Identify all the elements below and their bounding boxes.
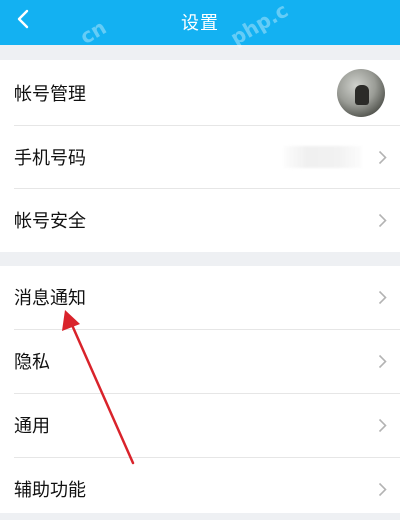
chevron-right-icon	[378, 418, 387, 433]
settings-item-phone-number[interactable]: 手机号码	[0, 126, 400, 188]
settings-item-label: 隐私	[14, 352, 50, 373]
chevron-right-icon	[378, 213, 387, 228]
settings-item-label: 帐号安全	[14, 211, 86, 232]
chevron-right-icon	[378, 354, 387, 369]
settings-item-message-notifications[interactable]: 消息通知	[0, 266, 400, 328]
settings-item-privacy[interactable]: 隐私	[0, 330, 400, 392]
account-settings-group: 帐号管理 手机号码 帐号安全	[0, 60, 400, 252]
chevron-right-icon	[378, 150, 387, 165]
settings-item-label: 消息通知	[14, 288, 86, 309]
general-settings-group: 消息通知 隐私 通用 辅助功能	[0, 266, 400, 513]
settings-item-label: 通用	[14, 416, 50, 437]
title-bar: cn 设置 php.c	[0, 0, 400, 50]
masked-phone-value	[284, 146, 362, 168]
chevron-right-icon	[378, 482, 387, 497]
settings-item-accessibility[interactable]: 辅助功能	[0, 458, 400, 520]
settings-item-label: 辅助功能	[14, 480, 86, 501]
avatar	[337, 69, 385, 117]
settings-item-label: 帐号管理	[14, 84, 86, 105]
settings-item-account-security[interactable]: 帐号安全	[0, 189, 400, 251]
settings-item-general[interactable]: 通用	[0, 394, 400, 456]
page-title: 设置	[181, 13, 219, 34]
settings-item-account-management[interactable]: 帐号管理	[0, 62, 400, 124]
settings-item-label: 手机号码	[14, 148, 86, 169]
chevron-right-icon	[378, 290, 387, 305]
